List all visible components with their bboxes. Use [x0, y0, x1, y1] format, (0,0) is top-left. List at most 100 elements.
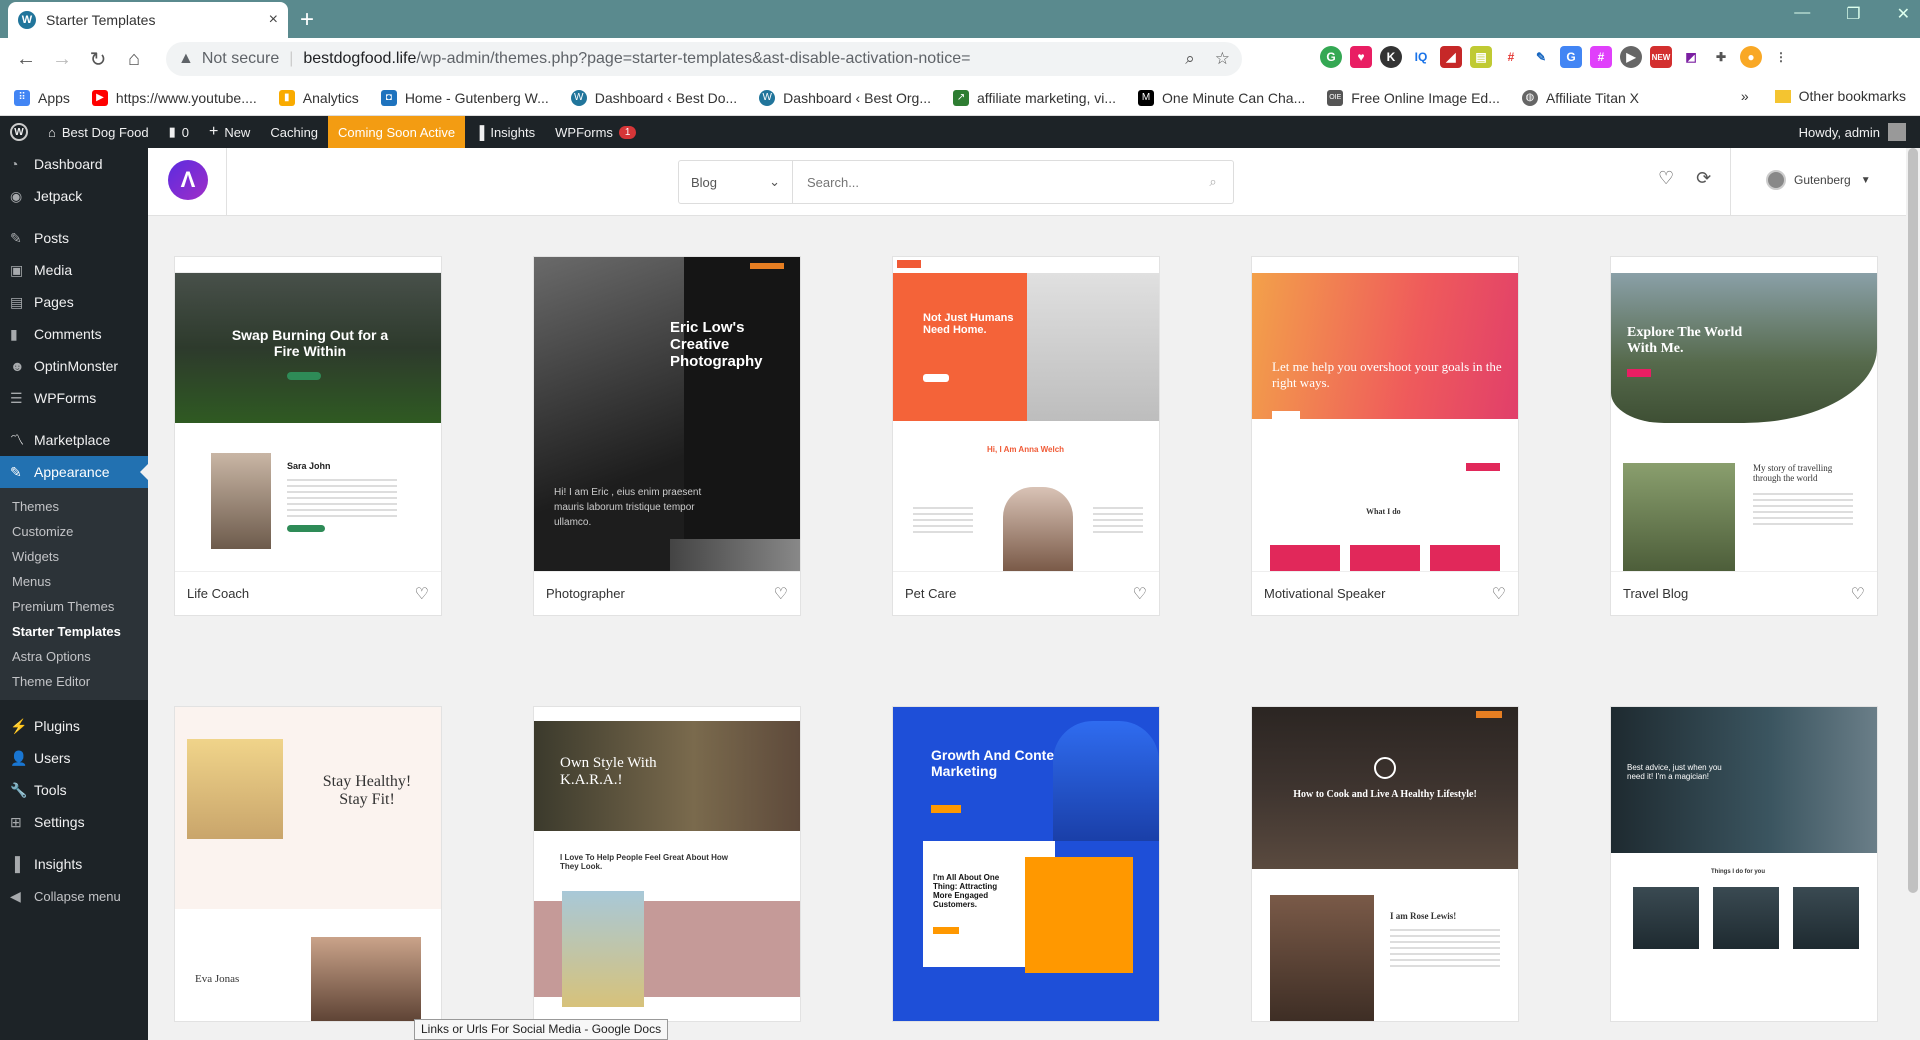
submenu-astra-options[interactable]: Astra Options: [0, 644, 148, 669]
menu-item-comments[interactable]: ▮ Comments: [0, 318, 148, 350]
submenu-themes[interactable]: Themes: [0, 494, 148, 519]
menu-item-dashboard[interactable]: ◔ Dashboard: [0, 148, 148, 180]
bookmark-item[interactable]: ↗ affiliate marketing, vi...: [953, 89, 1116, 106]
reload-icon[interactable]: ↻: [80, 47, 116, 72]
insights-link[interactable]: ▐ Insights: [465, 116, 545, 148]
submenu-widgets[interactable]: Widgets: [0, 544, 148, 569]
favorite-heart-icon[interactable]: ♡: [1133, 584, 1147, 604]
site-name-link[interactable]: ⌂ Best Dog Food: [38, 116, 159, 148]
submenu-menus[interactable]: Menus: [0, 569, 148, 594]
bookmark-item[interactable]: OIE Free Online Image Ed...: [1327, 89, 1500, 106]
home-icon[interactable]: ⌂: [116, 48, 152, 71]
bookmark-item[interactable]: ▮ Analytics: [278, 89, 359, 106]
puzzle-extension-icon[interactable]: ✚: [1710, 46, 1732, 68]
menu-item-appearance[interactable]: ✎ Appearance: [0, 456, 148, 488]
wpforms-link[interactable]: WPForms 1: [545, 116, 646, 148]
coming-soon-badge[interactable]: Coming Soon Active: [328, 116, 466, 148]
collapse-menu-button[interactable]: ◀ Collapse menu: [0, 880, 148, 912]
bookmark-item[interactable]: ▶ https://www.youtube....: [91, 89, 257, 106]
template-card-fashion[interactable]: Own Style With K.A.R.A.! I Love To Help …: [533, 706, 801, 1022]
account-menu[interactable]: Howdy, admin: [1799, 116, 1906, 148]
menu-item-marketplace[interactable]: 〽 Marketplace: [0, 424, 148, 456]
favorite-heart-icon[interactable]: ♡: [1492, 584, 1506, 604]
comments-link[interactable]: ▮ 0: [159, 116, 199, 148]
minimize-icon[interactable]: —: [1794, 4, 1810, 24]
bookmark-star-icon[interactable]: ☆: [1215, 49, 1230, 69]
heart-extension-icon[interactable]: ♥: [1350, 46, 1372, 68]
k-extension-icon[interactable]: K: [1380, 46, 1402, 68]
new-content-link[interactable]: + New: [199, 116, 260, 148]
favorites-heart-icon[interactable]: ♡: [1658, 168, 1674, 189]
maximize-icon[interactable]: ❐: [1846, 4, 1860, 24]
template-card-pet-care[interactable]: Not Just Humans Need Home. Hi, I Am Anna…: [892, 256, 1160, 616]
bookmark-item[interactable]: ⠿ Apps: [14, 89, 70, 106]
translate-extension-icon[interactable]: G: [1560, 46, 1582, 68]
menu-item-jetpack[interactable]: ◉ Jetpack: [0, 180, 148, 212]
template-subline: I am Rose Lewis!: [1390, 911, 1457, 921]
new-extension-icon[interactable]: NEW: [1650, 46, 1672, 68]
play-extension-icon[interactable]: ▶: [1620, 46, 1642, 68]
browser-menu-icon[interactable]: ⋮: [1770, 46, 1792, 68]
menu-item-users[interactable]: 👤 Users: [0, 742, 148, 774]
zoom-search-icon[interactable]: ⌕: [1185, 49, 1195, 69]
menu-item-pages[interactable]: ▤ Pages: [0, 286, 148, 318]
sync-refresh-icon[interactable]: ⟳: [1696, 168, 1711, 189]
page-builder-select[interactable]: Gutenberg ▼: [1766, 170, 1871, 190]
template-card-motivational-speaker[interactable]: Let me help you overshoot your goals in …: [1251, 256, 1519, 616]
template-thumbnail: Stay Healthy! Stay Fit! Eva Jonas: [175, 707, 441, 1021]
back-icon[interactable]: ←: [8, 48, 44, 71]
new-tab-button[interactable]: +: [300, 6, 314, 34]
forward-icon[interactable]: →: [44, 48, 80, 71]
favorite-heart-icon[interactable]: ♡: [774, 584, 788, 604]
menu-item-wpforms[interactable]: ☰ WPForms: [0, 382, 148, 414]
favorite-heart-icon[interactable]: ♡: [415, 584, 429, 604]
bookmarks-overflow-icon[interactable]: »: [1741, 88, 1749, 104]
favorite-heart-icon[interactable]: ♡: [1851, 584, 1865, 604]
template-card-consulting[interactable]: Best advice, just when you need it! I'm …: [1610, 706, 1878, 1022]
template-card-travel-blog[interactable]: Explore The World With Me. My story of t…: [1610, 256, 1878, 616]
other-bookmarks[interactable]: » Other bookmarks: [1741, 88, 1906, 104]
iq-extension-icon[interactable]: IQ: [1410, 46, 1432, 68]
submenu-premium-themes[interactable]: Premium Themes: [0, 594, 148, 619]
menu-item-settings[interactable]: ⊞ Settings: [0, 806, 148, 838]
template-card-life-coach[interactable]: Swap Burning Out for a Fire Within Sara …: [174, 256, 442, 616]
address-bar[interactable]: ▲ Not secure | bestdogfood.life/wp-admin…: [166, 42, 1242, 76]
submenu-starter-templates[interactable]: Starter Templates: [0, 619, 148, 644]
hashtag-extension-icon[interactable]: #: [1500, 46, 1522, 68]
submenu-customize[interactable]: Customize: [0, 519, 148, 544]
feather-extension-icon[interactable]: ✎: [1530, 46, 1552, 68]
template-card-fitness[interactable]: Stay Healthy! Stay Fit! Eva Jonas: [174, 706, 442, 1022]
menu-item-posts[interactable]: ✎ Posts: [0, 222, 148, 254]
pdf-extension-icon[interactable]: ◢: [1440, 46, 1462, 68]
template-card-content-marketing[interactable]: Growth And Content Marketing I'm All Abo…: [892, 706, 1160, 1022]
bookmark-item[interactable]: M One Minute Can Cha...: [1138, 89, 1305, 106]
browser-tab[interactable]: W Starter Templates ×: [8, 2, 288, 38]
template-card-photographer[interactable]: Eric Low's Creative Photography Hi! I am…: [533, 256, 801, 616]
hash-extension-icon[interactable]: #: [1590, 46, 1612, 68]
close-window-icon[interactable]: ✕: [1897, 4, 1910, 24]
menu-item-tools[interactable]: 🔧 Tools: [0, 774, 148, 806]
menu-item-media[interactable]: ▣ Media: [0, 254, 148, 286]
bookmark-item[interactable]: W Dashboard ‹ Best Org...: [759, 89, 931, 106]
chart-extension-icon[interactable]: ◩: [1680, 46, 1702, 68]
close-tab-icon[interactable]: ×: [269, 11, 278, 29]
bookmark-item[interactable]: ◍ Affiliate Titan X: [1521, 89, 1639, 106]
bookmark-item[interactable]: ◘ Home - Gutenberg W...: [380, 89, 549, 106]
profile-avatar-icon[interactable]: ●: [1740, 46, 1762, 68]
submenu-theme-editor[interactable]: Theme Editor: [0, 669, 148, 694]
menu-item-plugins[interactable]: ⚡ Plugins: [0, 710, 148, 742]
wordpress-icon: W: [570, 89, 587, 106]
bookmark-item[interactable]: W Dashboard ‹ Best Do...: [570, 89, 737, 106]
search-input[interactable]: [793, 161, 1193, 203]
menu-item-optinmonster[interactable]: ☻ OptinMonster: [0, 350, 148, 382]
notes-extension-icon[interactable]: ▤: [1470, 46, 1492, 68]
search-icon[interactable]: ⌕: [1193, 174, 1233, 190]
scrollbar-thumb[interactable]: [1908, 148, 1918, 893]
category-select[interactable]: Blog ⌄: [679, 161, 793, 203]
menu-item-insights[interactable]: ▐ Insights: [0, 848, 148, 880]
wp-logo-icon[interactable]: W: [0, 116, 38, 148]
grammarly-extension-icon[interactable]: G: [1320, 46, 1342, 68]
caching-link[interactable]: Caching: [260, 116, 328, 148]
template-card-cooking[interactable]: How to Cook and Live A Healthy Lifestyle…: [1251, 706, 1519, 1022]
admin-sidebar: ◔ Dashboard ◉ Jetpack ✎ Posts ▣ Media ▤ Pages…: [0, 148, 148, 1040]
